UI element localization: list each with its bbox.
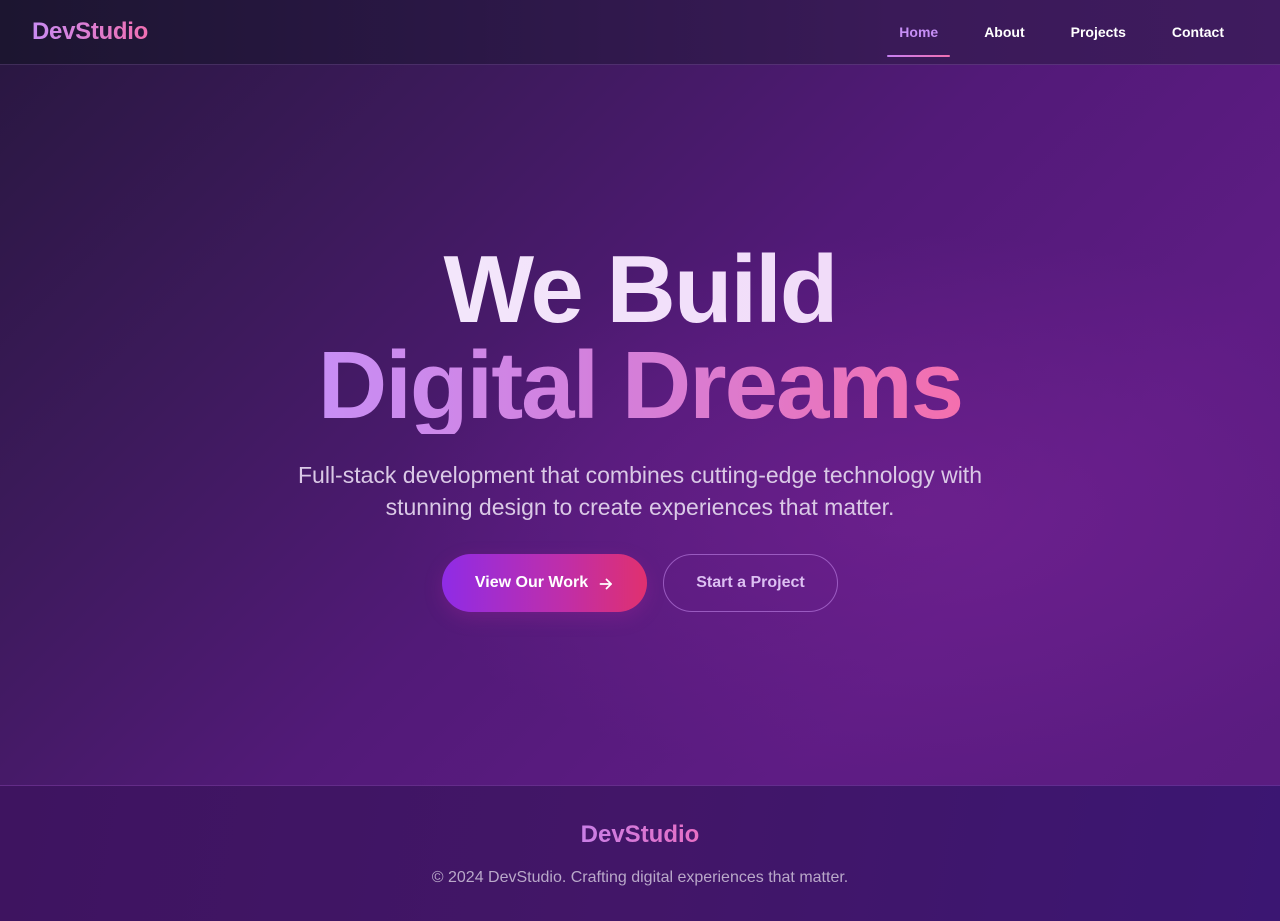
brand-logo[interactable]: DevStudio: [32, 18, 148, 46]
hero-buttons: View Our Work Start a Project: [442, 554, 838, 612]
arrow-right-icon: [598, 576, 614, 592]
view-our-work-label: View Our Work: [474, 574, 589, 591]
hero-subtitle: Full-stack development that combines cut…: [298, 462, 982, 520]
hero-title-line-1: We Build: [318, 242, 962, 338]
hero-section: We Build Digital Dreams Full-stack devel…: [0, 65, 1280, 785]
footer-brand-logo: DevStudio: [580, 821, 700, 848]
nav-link-about[interactable]: About: [972, 16, 1036, 48]
nav-link-home[interactable]: Home: [887, 16, 951, 57]
top-navbar: DevStudio Home About Projects Contact: [0, 0, 1280, 65]
nav-link-contact[interactable]: Contact: [1160, 16, 1236, 48]
page: DevStudio Home About Projects Contact We…: [0, 0, 1280, 921]
hero-title: We Build Digital Dreams: [317, 242, 964, 439]
hero-title-line-2: Digital Dreams: [317, 332, 964, 439]
view-our-work-button[interactable]: View Our Work: [442, 554, 647, 612]
footer-copyright: © 2024 DevStudio. Crafting digital exper…: [431, 869, 849, 886]
nav-link-projects[interactable]: Projects: [1059, 16, 1138, 48]
start-a-project-button[interactable]: Start a Project: [663, 554, 838, 612]
footer: DevStudio © 2024 DevStudio. Crafting dig…: [0, 785, 1280, 921]
main-nav: Home About Projects Contact: [865, 16, 1236, 57]
